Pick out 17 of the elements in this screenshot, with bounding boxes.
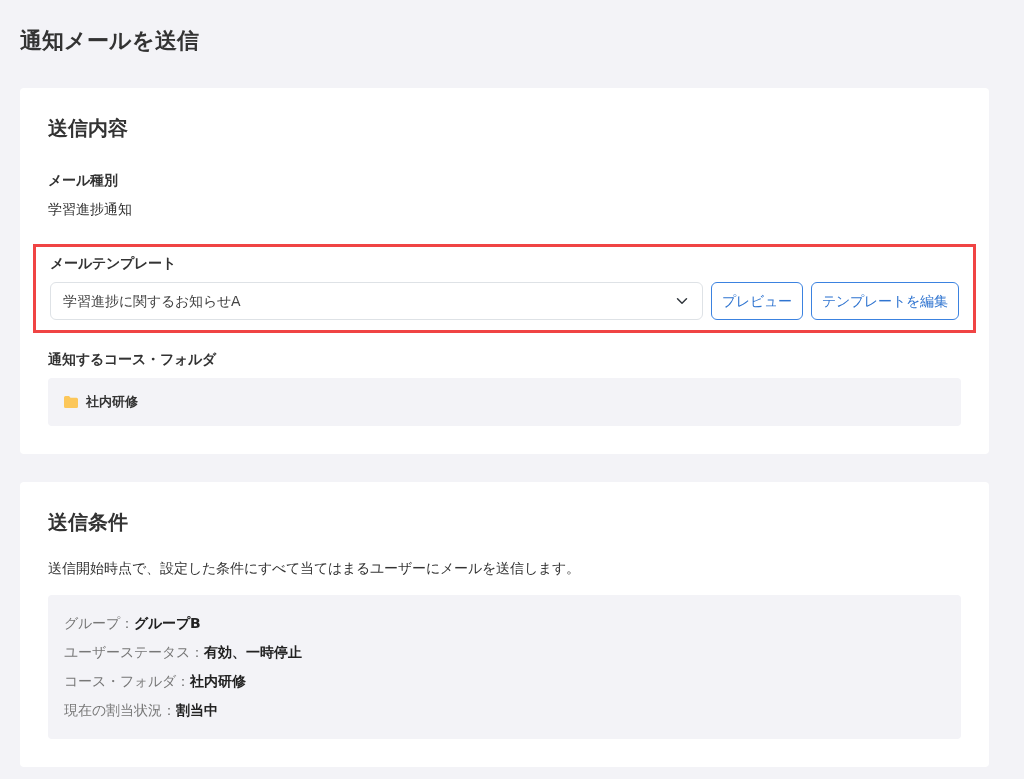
edit-template-button[interactable]: テンプレートを編集 [811,282,959,321]
folder-name: 社内研修 [86,393,138,412]
condition-text: ユーザーステータス：有効、一時停止 [64,642,303,662]
field-label: メール種別 [48,171,119,191]
field-label: 通知するコース・フォルダ [48,350,218,370]
description-text: 送信開始時点で、設定した条件にすべて当てはまるユーザーにメールを送信します。 [48,558,581,578]
template-select[interactable]: 学習進捗に関するお知らせA [50,282,703,321]
folder-icon [64,396,78,409]
section-title: 送信内容 [48,116,129,141]
page-title: 通知メールを送信 [20,28,200,55]
condition-text: コース・フォルダ：社内研修 [64,671,247,691]
condition-text: 現在の割当状況：割当中 [64,700,219,720]
field-label: メールテンプレート [50,254,177,274]
field-value: 学習進捗通知 [48,200,133,220]
condition-text: グループ：グループB [64,613,202,633]
preview-button[interactable]: プレビュー [711,282,803,321]
section-title: 送信条件 [48,509,129,534]
